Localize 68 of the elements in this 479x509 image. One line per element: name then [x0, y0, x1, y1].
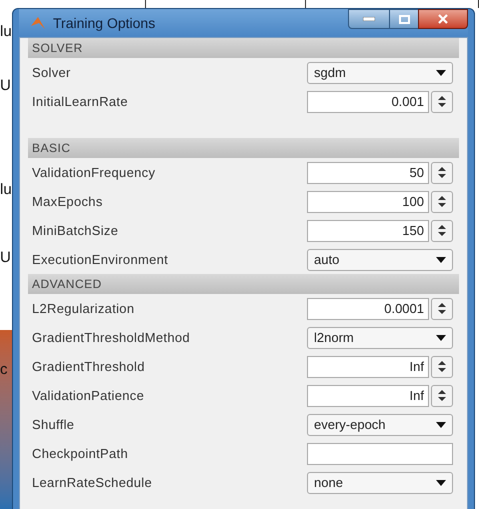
number-field[interactable]: 0.0001 [307, 298, 429, 320]
up-arrow-icon [438, 96, 446, 100]
option-label: LearnRateSchedule [32, 474, 152, 492]
minimize-button[interactable] [348, 9, 390, 29]
down-arrow-icon [438, 310, 446, 314]
window-title: Training Options [53, 14, 156, 33]
number-field[interactable]: 100 [307, 190, 429, 212]
option-label: MaxEpochs [32, 192, 103, 211]
table-text: lu [0, 24, 12, 39]
table-text: U [0, 78, 11, 93]
option-label: InitialLearnRate [32, 92, 128, 111]
number-field[interactable]: Inf [307, 356, 429, 378]
spinner-buttons[interactable] [431, 298, 453, 320]
option-label: L2Regularization [32, 300, 134, 318]
spinner-buttons[interactable] [431, 90, 453, 112]
minimize-icon [363, 17, 375, 21]
dropdown[interactable]: auto [307, 248, 453, 270]
dropdown[interactable]: none [307, 472, 453, 494]
number-field[interactable]: Inf [307, 384, 429, 406]
up-arrow-icon [438, 167, 446, 171]
dropdown[interactable]: l2norm [307, 326, 453, 348]
up-arrow-icon [438, 303, 446, 307]
spinner-buttons[interactable] [431, 384, 453, 406]
caret-icon [436, 422, 446, 428]
down-arrow-icon [438, 397, 446, 401]
caret-icon [436, 480, 446, 486]
maximize-button[interactable] [390, 9, 418, 29]
down-arrow-icon [438, 103, 446, 107]
number-field[interactable]: 50 [307, 162, 429, 184]
table-text: U [0, 250, 11, 265]
option-label: CheckpointPath [32, 444, 128, 463]
up-arrow-icon [438, 225, 446, 229]
up-arrow-icon [438, 361, 446, 365]
spinner-buttons[interactable] [431, 220, 453, 242]
number-field[interactable]: 150 [307, 220, 429, 242]
table-text: c [0, 362, 8, 377]
down-arrow-icon [438, 203, 446, 207]
section-header: ADVANCED [28, 274, 459, 294]
close-icon [438, 14, 448, 24]
option-label: ExecutionEnvironment [32, 250, 168, 269]
option-label: GradientThresholdMethod [32, 328, 190, 347]
option-label: GradientThreshold [32, 358, 145, 376]
spinner-buttons[interactable] [431, 190, 453, 212]
down-arrow-icon [438, 368, 446, 372]
app-icon [31, 17, 45, 29]
dropdown[interactable]: every-epoch [307, 414, 453, 436]
number-field[interactable]: 0.001 [307, 90, 429, 112]
up-arrow-icon [438, 390, 446, 394]
option-label: ValidationFrequency [32, 164, 156, 182]
section-header: SOLVER [28, 38, 459, 58]
option-label: ValidationPatience [32, 386, 144, 405]
caret-icon [436, 70, 446, 76]
caret-icon [436, 256, 446, 262]
section-header: BASIC [28, 138, 459, 158]
dropdown[interactable]: sgdm [307, 62, 453, 84]
spinner-buttons[interactable] [431, 162, 453, 184]
option-label: Shuffle [32, 416, 74, 434]
option-label: MiniBatchSize [32, 222, 118, 240]
text-field[interactable] [307, 442, 453, 464]
up-arrow-icon [438, 196, 446, 200]
down-arrow-icon [438, 174, 446, 178]
down-arrow-icon [438, 232, 446, 236]
table-text: lu [0, 182, 12, 197]
spinner-buttons[interactable] [431, 356, 453, 378]
option-label: Solver [32, 64, 71, 82]
caret-icon [436, 334, 446, 340]
close-button[interactable] [418, 9, 468, 29]
maximize-icon [398, 14, 410, 24]
